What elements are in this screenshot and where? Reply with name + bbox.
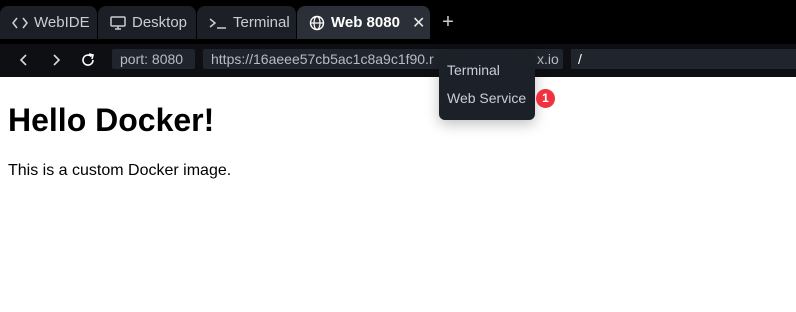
code-icon [12, 17, 28, 29]
terminal-icon [209, 17, 227, 29]
tab-desktop[interactable]: Desktop [98, 6, 197, 39]
reload-button[interactable] [77, 49, 99, 71]
page-paragraph: This is a custom Docker image. [8, 162, 232, 179]
tab-terminal[interactable]: Terminal [197, 6, 297, 39]
web-page-content: Hello Docker! This is a custom Docker im… [8, 77, 788, 180]
close-tab-icon[interactable]: ✕ [412, 13, 425, 33]
url-text: https://16aeee57cb5ac1c8a9c1f90.r [211, 51, 434, 67]
tab-label: WebIDE [34, 14, 90, 31]
forward-button[interactable] [45, 49, 67, 71]
new-tab-button[interactable]: + [438, 10, 458, 34]
tab-web-8080[interactable]: Web 8080 ✕ [297, 6, 431, 39]
tab-label: Desktop [132, 14, 188, 31]
url-suffix: x.io [537, 51, 559, 67]
chevron-left-icon [19, 54, 27, 66]
tab-context-menu: Terminal Web Service [439, 50, 535, 120]
tab-label: Terminal [233, 14, 290, 31]
navigation-bar: port: 8080 https://16aeee57cb5ac1c8a9c1f… [0, 44, 796, 77]
back-button[interactable] [13, 49, 35, 71]
tab-bar: WebIDE Desktop Terminal Web 8080 ✕ + [0, 0, 796, 44]
reload-icon [82, 53, 94, 66]
menu-item-web-service[interactable]: Web Service [447, 90, 526, 106]
path-input[interactable]: / [571, 49, 796, 69]
globe-icon [309, 15, 325, 31]
step-badge: 1 [536, 89, 555, 108]
tab-label: Web 8080 [331, 14, 400, 31]
port-label: port: 8080 [112, 49, 195, 69]
menu-item-terminal[interactable]: Terminal [447, 62, 500, 78]
tab-webide[interactable]: WebIDE [0, 6, 98, 39]
chevron-right-icon [53, 54, 61, 66]
page-heading: Hello Docker! [8, 102, 215, 138]
monitor-icon [110, 15, 126, 30]
